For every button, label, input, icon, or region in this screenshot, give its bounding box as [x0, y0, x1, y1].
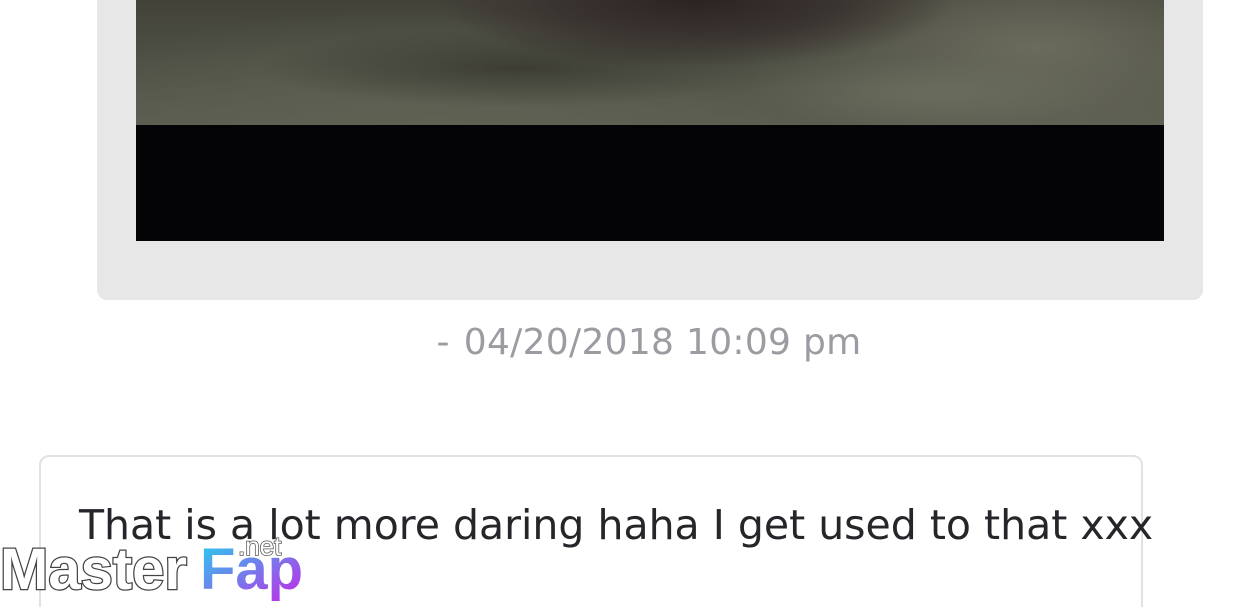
- timestamp-value: 04/20/2018 10:09 pm: [463, 322, 862, 363]
- chat-screen: -04/20/2018 10:09 pm That is a lot more …: [0, 0, 1242, 607]
- message-timestamp: -04/20/2018 10:09 pm: [0, 322, 1242, 363]
- timestamp-prefix: -: [436, 322, 450, 363]
- watermark-logo: Master Fap .net: [0, 533, 310, 607]
- photo-thumbnail: [136, 0, 1164, 128]
- media-attachment[interactable]: [136, 0, 1164, 241]
- sent-media-message[interactable]: [97, 0, 1203, 300]
- watermark-suffix: .net: [238, 533, 282, 561]
- watermark-master: Master: [0, 537, 187, 602]
